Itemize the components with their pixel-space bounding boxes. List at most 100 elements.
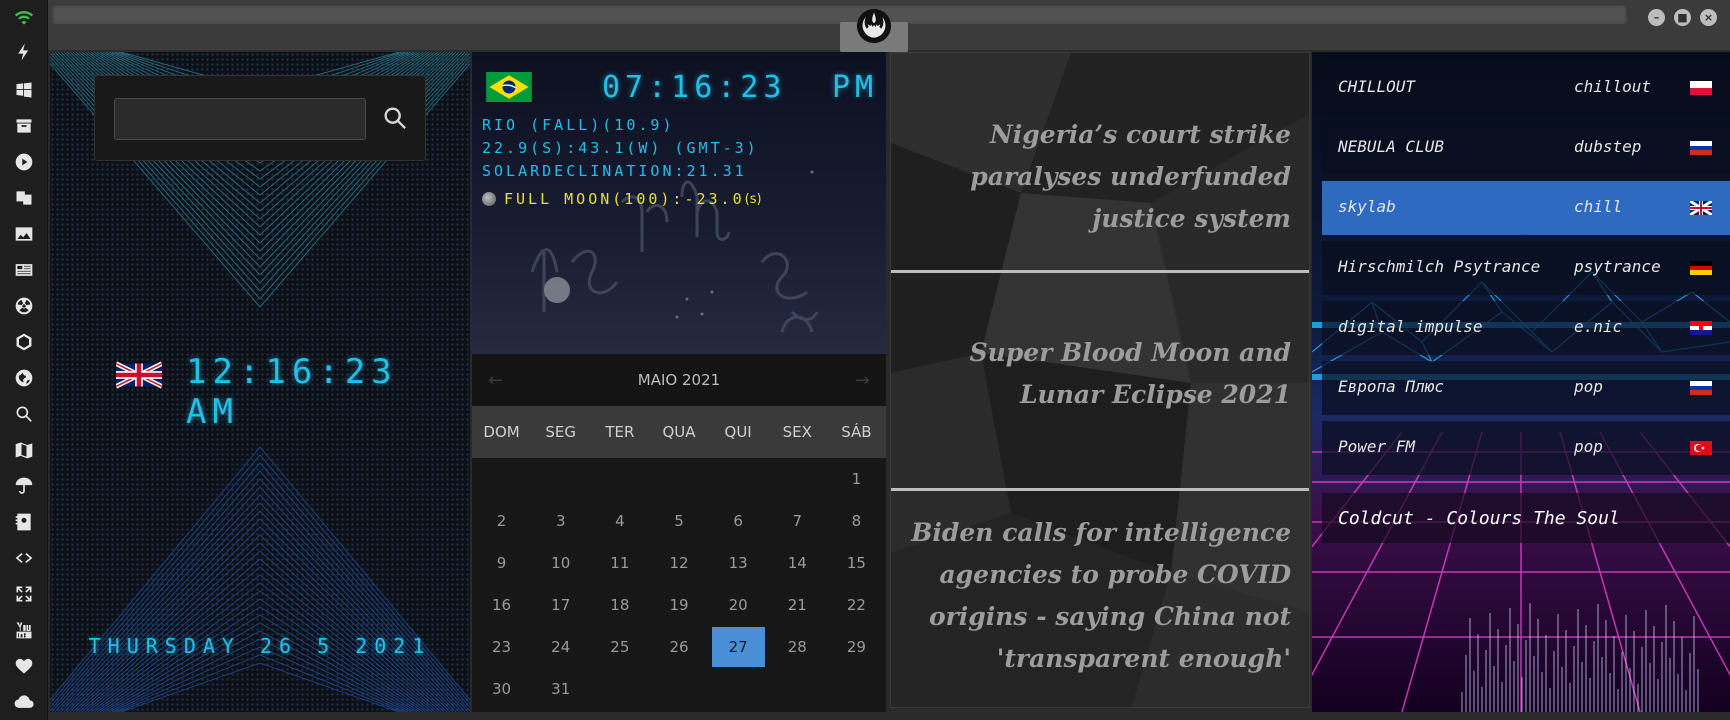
- calendar-day[interactable]: 21: [768, 584, 827, 626]
- germany-flag-icon: [1690, 261, 1712, 275]
- calendar-day[interactable]: 26: [649, 626, 708, 668]
- calendar-day[interactable]: 11: [590, 542, 649, 584]
- calendar-day[interactable]: 29: [827, 626, 886, 668]
- calendar-day[interactable]: 1: [827, 458, 886, 500]
- news-panel: Nigeria’s court strike paralyses underfu…: [890, 52, 1310, 708]
- search-icon: [384, 107, 406, 129]
- calendar-next-button[interactable]: →: [855, 370, 870, 391]
- translate-icon[interactable]: [12, 186, 36, 210]
- news-separator: [891, 270, 1309, 273]
- station-genre: e.nic: [1574, 317, 1623, 336]
- code-icon[interactable]: [12, 546, 36, 570]
- news-headline[interactable]: Super Blood Moon and Lunar Eclipse 2021: [911, 332, 1291, 416]
- calendar-day-today[interactable]: 27: [711, 627, 765, 667]
- calendar-day[interactable]: 17: [531, 584, 590, 626]
- radiation-icon[interactable]: [12, 294, 36, 318]
- radio-station-row[interactable]: NEBULA CLUB dubstep: [1322, 121, 1730, 175]
- calendar-day[interactable]: 18: [590, 584, 649, 626]
- news-headline[interactable]: Biden calls for intelligence agencies to…: [911, 512, 1291, 680]
- archive-icon[interactable]: [12, 114, 36, 138]
- calendar-day[interactable]: 3: [531, 500, 590, 542]
- station-name: skylab: [1338, 197, 1396, 216]
- cloud-icon[interactable]: [12, 690, 36, 714]
- radio-station-row[interactable]: skylab chill: [1322, 181, 1730, 235]
- station-name: CHILLOUT: [1338, 77, 1416, 96]
- app-window: – ■ × 12:16:23 AM THURSDAY 26 5 2021 07:…: [0, 0, 1730, 720]
- solar-declination-info: SOLARDECLINATION:21.31: [482, 162, 747, 180]
- calendar-day[interactable]: 24: [531, 626, 590, 668]
- news-separator: [891, 488, 1309, 491]
- rebel-alliance-icon: [840, 8, 908, 52]
- world-clock-date: THURSDAY 26 5 2021: [88, 634, 432, 658]
- news-icon[interactable]: [12, 258, 36, 282]
- search-button[interactable]: [378, 100, 412, 136]
- youtube-icon[interactable]: [12, 618, 36, 642]
- calendar-day[interactable]: 10: [531, 542, 590, 584]
- title-bar[interactable]: – ■ ×: [48, 0, 1730, 52]
- world-clock-time: 12:16:23 AM: [186, 352, 398, 432]
- calendar-day[interactable]: 15: [827, 542, 886, 584]
- calendar-weekday: QUA: [662, 423, 696, 441]
- croatia-flag-icon: [1690, 321, 1712, 335]
- calendar-day: [768, 458, 827, 500]
- calendar-header: ← MAIO 2021 →: [472, 354, 886, 406]
- umbrella-icon[interactable]: [12, 474, 36, 498]
- calendar-day[interactable]: 22: [827, 584, 886, 626]
- moon-icon: [482, 192, 496, 206]
- minimize-button[interactable]: –: [1648, 9, 1665, 26]
- calendar-day[interactable]: 13: [709, 542, 768, 584]
- calendar-day: [531, 458, 590, 500]
- calendar-day[interactable]: 23: [472, 626, 531, 668]
- calendar-day[interactable]: 4: [590, 500, 649, 542]
- icon-sidebar: [0, 0, 48, 720]
- calendar-day[interactable]: 9: [472, 542, 531, 584]
- radio-station-row[interactable]: digital impulse e.nic: [1322, 301, 1730, 355]
- image-icon[interactable]: [12, 222, 36, 246]
- calendar-day: [709, 668, 768, 710]
- radio-station-row[interactable]: Power FM pop: [1322, 421, 1730, 475]
- calendar-day[interactable]: 19: [649, 584, 708, 626]
- chevron-line: [75, 542, 445, 712]
- radio-station-row[interactable]: Hirschmilch Psytrance psytrance: [1322, 241, 1730, 295]
- calendar-day: [590, 458, 649, 500]
- hexagon-icon[interactable]: [12, 330, 36, 354]
- now-playing: Coldcut - Colours The Soul: [1322, 493, 1730, 543]
- heart-icon[interactable]: [12, 654, 36, 678]
- calendar-weekday: QUI: [724, 423, 752, 441]
- calendar-day[interactable]: 8: [827, 500, 886, 542]
- radio-station-row[interactable]: Европа Плюс pop: [1322, 361, 1730, 415]
- radio-station-row[interactable]: CHILLOUT chillout: [1322, 61, 1730, 115]
- calendar-day[interactable]: 2: [472, 500, 531, 542]
- close-button[interactable]: ×: [1700, 9, 1717, 26]
- moon-phase-text: FULL MOON(100):-23.0: [504, 190, 745, 208]
- station-genre: psytrance: [1574, 257, 1661, 276]
- calendar-day[interactable]: 25: [590, 626, 649, 668]
- calendar-day[interactable]: 12: [649, 542, 708, 584]
- bolt-icon[interactable]: [12, 40, 36, 64]
- calendar-day[interactable]: 16: [472, 584, 531, 626]
- calendar-day[interactable]: 5: [649, 500, 708, 542]
- globe-icon[interactable]: [12, 366, 36, 390]
- search-icon[interactable]: [12, 402, 36, 426]
- calendar-day[interactable]: 30: [472, 668, 531, 710]
- news-headline[interactable]: Nigeria’s court strike paralyses underfu…: [911, 114, 1291, 240]
- moon-phase-unit: (s): [744, 191, 762, 207]
- map-icon[interactable]: [12, 438, 36, 462]
- search-input[interactable]: [114, 98, 366, 140]
- radio-panel: CHILLOUT chillout NEBULA CLUB dubstep skylab…: [1312, 52, 1730, 712]
- play-icon[interactable]: [12, 150, 36, 174]
- calendar-day[interactable]: 28: [768, 626, 827, 668]
- calendar-day: [472, 458, 531, 500]
- wifi-icon[interactable]: [12, 6, 36, 30]
- expand-icon[interactable]: [12, 582, 36, 606]
- calendar-day[interactable]: 20: [709, 584, 768, 626]
- calendar-prev-button[interactable]: ←: [488, 370, 503, 391]
- calendar-day[interactable]: 6: [709, 500, 768, 542]
- title-drag-area[interactable]: [52, 4, 1627, 24]
- calendar-day[interactable]: 7: [768, 500, 827, 542]
- windows-icon[interactable]: [12, 78, 36, 102]
- contacts-icon[interactable]: [12, 510, 36, 534]
- calendar-day[interactable]: 31: [531, 668, 590, 710]
- calendar-day[interactable]: 14: [768, 542, 827, 584]
- maximize-button[interactable]: ■: [1674, 9, 1691, 26]
